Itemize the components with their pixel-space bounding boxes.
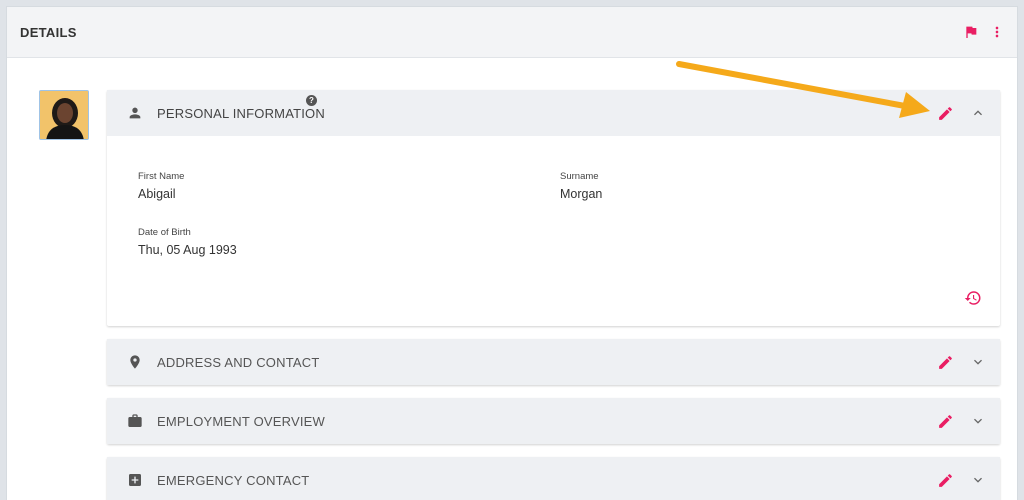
panel-title: EMERGENCY CONTACT	[157, 472, 310, 488]
panel-address-and-contact: ADDRESS AND CONTACT	[107, 339, 1000, 385]
panel-body-personal-information: First Name Abigail Surname Morgan Date o…	[107, 136, 1000, 326]
field-date-of-birth: Date of Birth Thu, 05 Aug 1993	[138, 227, 237, 257]
medical-cross-icon	[127, 472, 143, 488]
help-icon[interactable]: ?	[306, 95, 317, 106]
field-value: Thu, 05 Aug 1993	[138, 243, 237, 257]
person-icon	[127, 105, 143, 121]
panel-employment-overview: EMPLOYMENT OVERVIEW	[107, 398, 1000, 444]
edit-pencil-icon[interactable]	[937, 105, 954, 122]
panel-header-employment-overview[interactable]: EMPLOYMENT OVERVIEW	[107, 398, 1000, 444]
edit-pencil-icon[interactable]	[937, 472, 954, 489]
details-header: DETAILS	[7, 7, 1017, 58]
chevron-down-icon[interactable]	[970, 472, 986, 488]
avatar[interactable]	[39, 90, 89, 140]
panel-header-address-and-contact[interactable]: ADDRESS AND CONTACT	[107, 339, 1000, 385]
details-window: DETAILS PERSONAL INFORMATION ? First Nam…	[6, 6, 1018, 500]
field-label: First Name	[138, 171, 185, 182]
panel-title: ADDRESS AND CONTACT	[157, 354, 320, 370]
chevron-down-icon[interactable]	[970, 413, 986, 429]
chevron-up-icon[interactable]	[970, 105, 986, 121]
panel-personal-information: PERSONAL INFORMATION ? First Name Abigai…	[107, 90, 1000, 326]
page-title: DETAILS	[20, 24, 77, 40]
edit-pencil-icon[interactable]	[937, 354, 954, 371]
history-icon[interactable]	[964, 289, 982, 307]
panel-header-emergency-contact[interactable]: EMERGENCY CONTACT	[107, 457, 1000, 500]
more-vert-icon[interactable]	[989, 24, 1005, 40]
field-label: Surname	[560, 171, 599, 182]
panel-header-personal-information[interactable]: PERSONAL INFORMATION ?	[107, 90, 1000, 136]
briefcase-icon	[127, 413, 143, 429]
field-first-name: First Name Abigail	[138, 171, 184, 201]
field-value: Morgan	[560, 187, 603, 201]
flag-icon[interactable]	[963, 24, 979, 40]
panel-title: PERSONAL INFORMATION	[157, 105, 325, 121]
location-pin-icon	[127, 354, 143, 370]
panel-title: EMPLOYMENT OVERVIEW	[157, 413, 326, 429]
chevron-down-icon[interactable]	[970, 354, 986, 370]
field-label: Date of Birth	[138, 227, 191, 238]
field-value: Abigail	[138, 187, 176, 201]
edit-pencil-icon[interactable]	[937, 413, 954, 430]
field-surname: Surname Morgan	[560, 171, 602, 201]
panel-emergency-contact: EMERGENCY CONTACT	[107, 457, 1000, 500]
